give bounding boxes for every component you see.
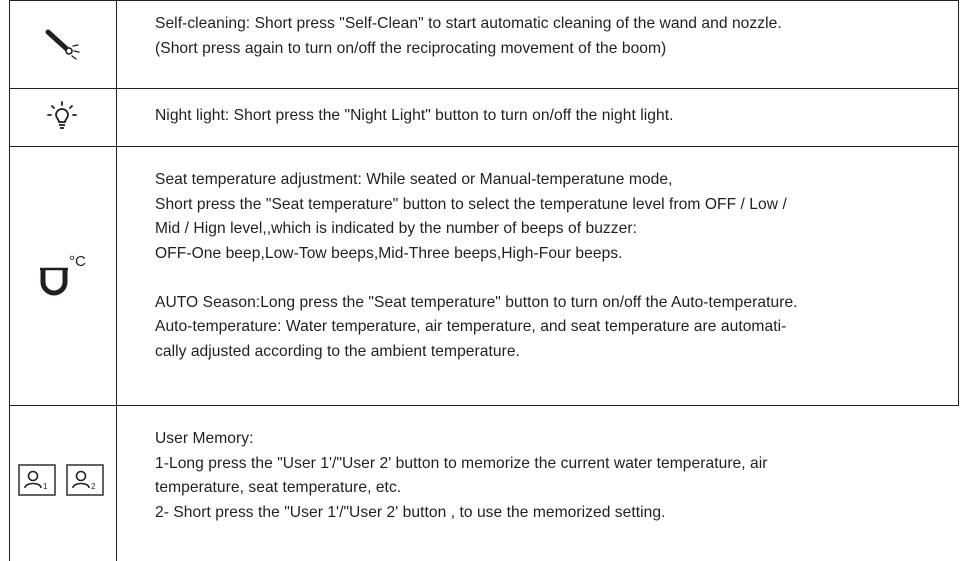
self-clean-wand-icon (9, 0, 115, 88)
text-line: Self-cleaning: Short press "Self-Clean" … (155, 15, 782, 32)
user-1-icon: 1 2 (18, 464, 104, 496)
text-line: User Memory: (155, 430, 254, 447)
table-row-night-light: Night light: Short press the "Night Ligh… (9, 88, 959, 146)
temperature-unit-label: °C (69, 253, 86, 270)
text-line: cally adjusted according to the ambient … (155, 342, 520, 360)
table-row-self-clean: Self-cleaning: Short press "Self-Clean" … (9, 0, 959, 88)
user-2-subscript: 2 (91, 482, 96, 491)
user-1-subscript: 1 (43, 482, 48, 491)
text-line: 1-Long press the "User 1'/"User 2' butto… (155, 454, 768, 472)
text-line: AUTO Season:Long press the "Seat tempera… (155, 293, 798, 311)
table-row-user-memory: 1 2 User Memory: 1-Long press the "User … (9, 405, 959, 561)
text-line: Mid / Hign level,,which is indicated by … (155, 220, 637, 237)
instruction-table: Self-cleaning: Short press "Self-Clean" … (0, 0, 963, 561)
user-2-icon: 2 (66, 464, 104, 496)
seat-temperature-description: Seat temperature adjustment: While seate… (155, 168, 959, 364)
text-line: (Short press again to turn on/off the re… (155, 39, 667, 57)
user-icons-cell: 1 2 (9, 405, 115, 555)
text-line: Short press the "Seat temperature" butto… (155, 195, 787, 213)
text-line: OFF-One beep,Low-Tow beeps,Mid-Three bee… (155, 244, 623, 262)
table-row-seat-temperature: °C Seat temperature adjustment: While se… (9, 146, 959, 405)
self-clean-description: Self-cleaning: Short press "Self-Clean" … (155, 12, 959, 61)
user-memory-description: User Memory: 1-Long press the "User 1'/"… (155, 427, 959, 525)
night-light-bulb-icon (9, 88, 115, 146)
night-light-description: Night light: Short press the "Night Ligh… (155, 104, 959, 129)
text-line: Seat temperature adjustment: While seate… (155, 171, 673, 188)
text-line: temperature, seat temperature, etc. (155, 479, 402, 496)
text-line: Auto-temperature: Water temperature, air… (155, 318, 787, 335)
seat-temperature-icon: °C (9, 146, 115, 405)
text-line: 2- Short press the "User 1'/"User 2' but… (155, 503, 666, 521)
text-line: Night light: Short press the "Night Ligh… (155, 107, 674, 124)
